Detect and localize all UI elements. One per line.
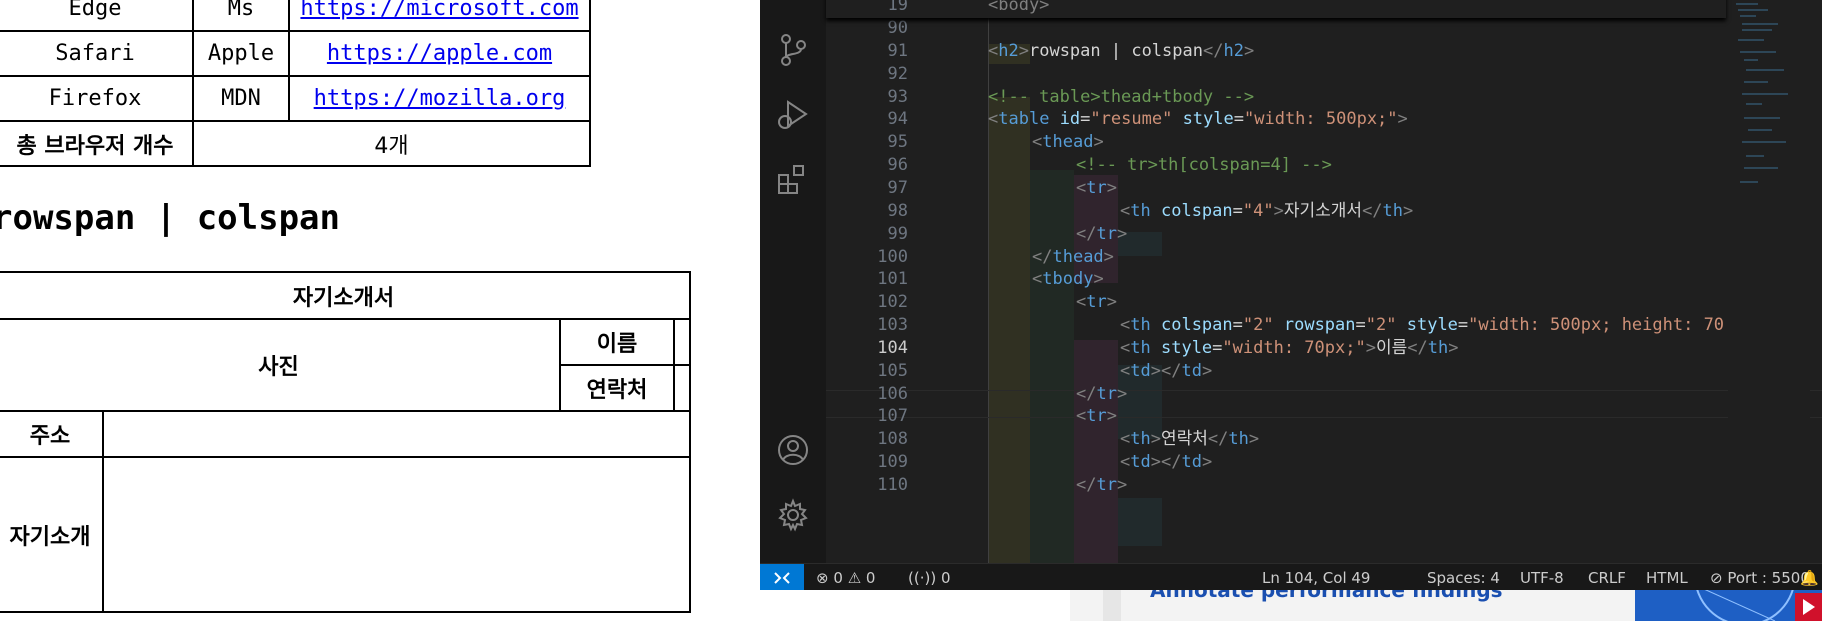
code-line[interactable]: 110 </tr> [826, 472, 1726, 499]
error-icon: ⊗ [816, 569, 829, 587]
resume-title-cell: 자기소개서 [0, 271, 691, 320]
total-value-cell: 4개 [192, 120, 591, 167]
browser-vendor-cell: Apple [192, 30, 290, 77]
problems-indicator[interactable]: ⊗ 0 ⚠ 0 [816, 569, 875, 587]
resume-table: 자기소개서 사진 이름 연락처 주소 자기소개 [0, 271, 691, 613]
run-debug-icon[interactable] [773, 95, 813, 135]
section-heading: rowspan | colspan [0, 198, 340, 238]
contact-value-cell [673, 364, 691, 412]
table-row: 자기소개서 [0, 271, 691, 320]
browser-preview: Edge Ms https://microsoft.com Safari App… [0, 0, 760, 621]
status-bar: ⊗ 0 ⚠ 0 ((·)) 0 Ln 104, Col 49 Spaces: 4… [760, 563, 1822, 590]
code-area[interactable]: 19 <body> 90 91 <h2>rowspan | colspan</h2>… [826, 0, 1822, 570]
source-control-icon[interactable] [773, 30, 813, 70]
table-row: 주소 [0, 410, 691, 458]
warning-icon: ⚠ [847, 569, 862, 587]
live-server-port[interactable]: ⊘ Port : 5500 [1710, 569, 1810, 587]
table-row: Safari Apple https://apple.com [0, 30, 591, 77]
sticky-scroll-header: 19 <body> [826, 0, 1726, 18]
background-scrollbar [1103, 590, 1121, 621]
settings-gear-icon[interactable] [773, 495, 813, 535]
table-row: Firefox MDN https://mozilla.org [0, 75, 591, 122]
port-label: Port : 5500 [1727, 569, 1810, 587]
ports-indicator[interactable]: ((·)) 0 [908, 569, 951, 587]
activity-bar [760, 0, 826, 563]
name-header-cell: 이름 [559, 318, 675, 366]
language-mode[interactable]: HTML [1646, 569, 1688, 587]
photo-cell: 사진 [0, 318, 561, 412]
browser-name-cell: Safari [0, 30, 194, 77]
extensions-icon[interactable] [773, 160, 813, 200]
encoding-setting[interactable]: UTF-8 [1520, 569, 1564, 587]
address-value-cell [102, 410, 691, 458]
table-row: 사진 이름 [0, 318, 691, 412]
ports-count: 0 [940, 569, 951, 587]
account-icon[interactable] [773, 430, 813, 470]
browser-url-link[interactable]: https://apple.com [327, 41, 552, 66]
error-count: 0 [833, 569, 843, 587]
browser-url-cell: https://microsoft.com [288, 0, 591, 32]
background-thumbnail [1635, 585, 1822, 621]
browser-name-cell: Firefox [0, 75, 194, 122]
code-editor-window: 19 <body> 90 91 <h2>rowspan | colspan</h2>… [760, 0, 1822, 590]
minimap[interactable] [1728, 0, 1810, 563]
port-icon: ⊘ [1710, 569, 1723, 587]
browser-vendor-cell: MDN [192, 75, 290, 122]
eol-setting[interactable]: CRLF [1588, 569, 1626, 587]
browser-vendor-cell: Ms [192, 0, 290, 32]
intro-value-cell [102, 456, 691, 613]
table-row: 자기소개 [0, 456, 691, 613]
table-row: Edge Ms https://microsoft.com [0, 0, 591, 32]
browser-url-cell: https://mozilla.org [288, 75, 591, 122]
table-row: 총 브라우저 개수 4개 [0, 120, 591, 167]
address-header-cell: 주소 [0, 410, 104, 458]
sticky-code: <body> [988, 0, 1050, 15]
name-value-cell [673, 318, 691, 366]
browser-name-cell: Edge [0, 0, 194, 32]
browser-url-link[interactable]: https://microsoft.com [300, 0, 578, 21]
line-number: 110 [877, 475, 908, 495]
indentation-setting[interactable]: Spaces: 4 [1427, 569, 1500, 587]
cursor-position[interactable]: Ln 104, Col 49 [1262, 569, 1370, 587]
contact-header-cell: 연락처 [559, 364, 675, 412]
minimap-preview-icon [1736, 3, 1788, 183]
notifications-bell-icon[interactable]: 🔔 [1800, 569, 1819, 587]
total-label-cell: 총 브라우저 개수 [0, 120, 194, 167]
browser-url-cell: https://apple.com [288, 30, 591, 77]
line-number: 19 [887, 0, 908, 15]
code-text: </tr> [1076, 475, 1128, 495]
remote-indicator[interactable] [760, 564, 804, 590]
browser-url-link[interactable]: https://mozilla.org [314, 86, 566, 111]
thumbnail-art-icon [1694, 585, 1822, 621]
warning-count: 0 [865, 569, 876, 587]
remote-icon [774, 571, 790, 584]
broadcast-icon: ((·)) [908, 569, 937, 587]
intro-header-cell: 자기소개 [0, 456, 104, 613]
browsers-table: Edge Ms https://microsoft.com Safari App… [0, 0, 591, 167]
